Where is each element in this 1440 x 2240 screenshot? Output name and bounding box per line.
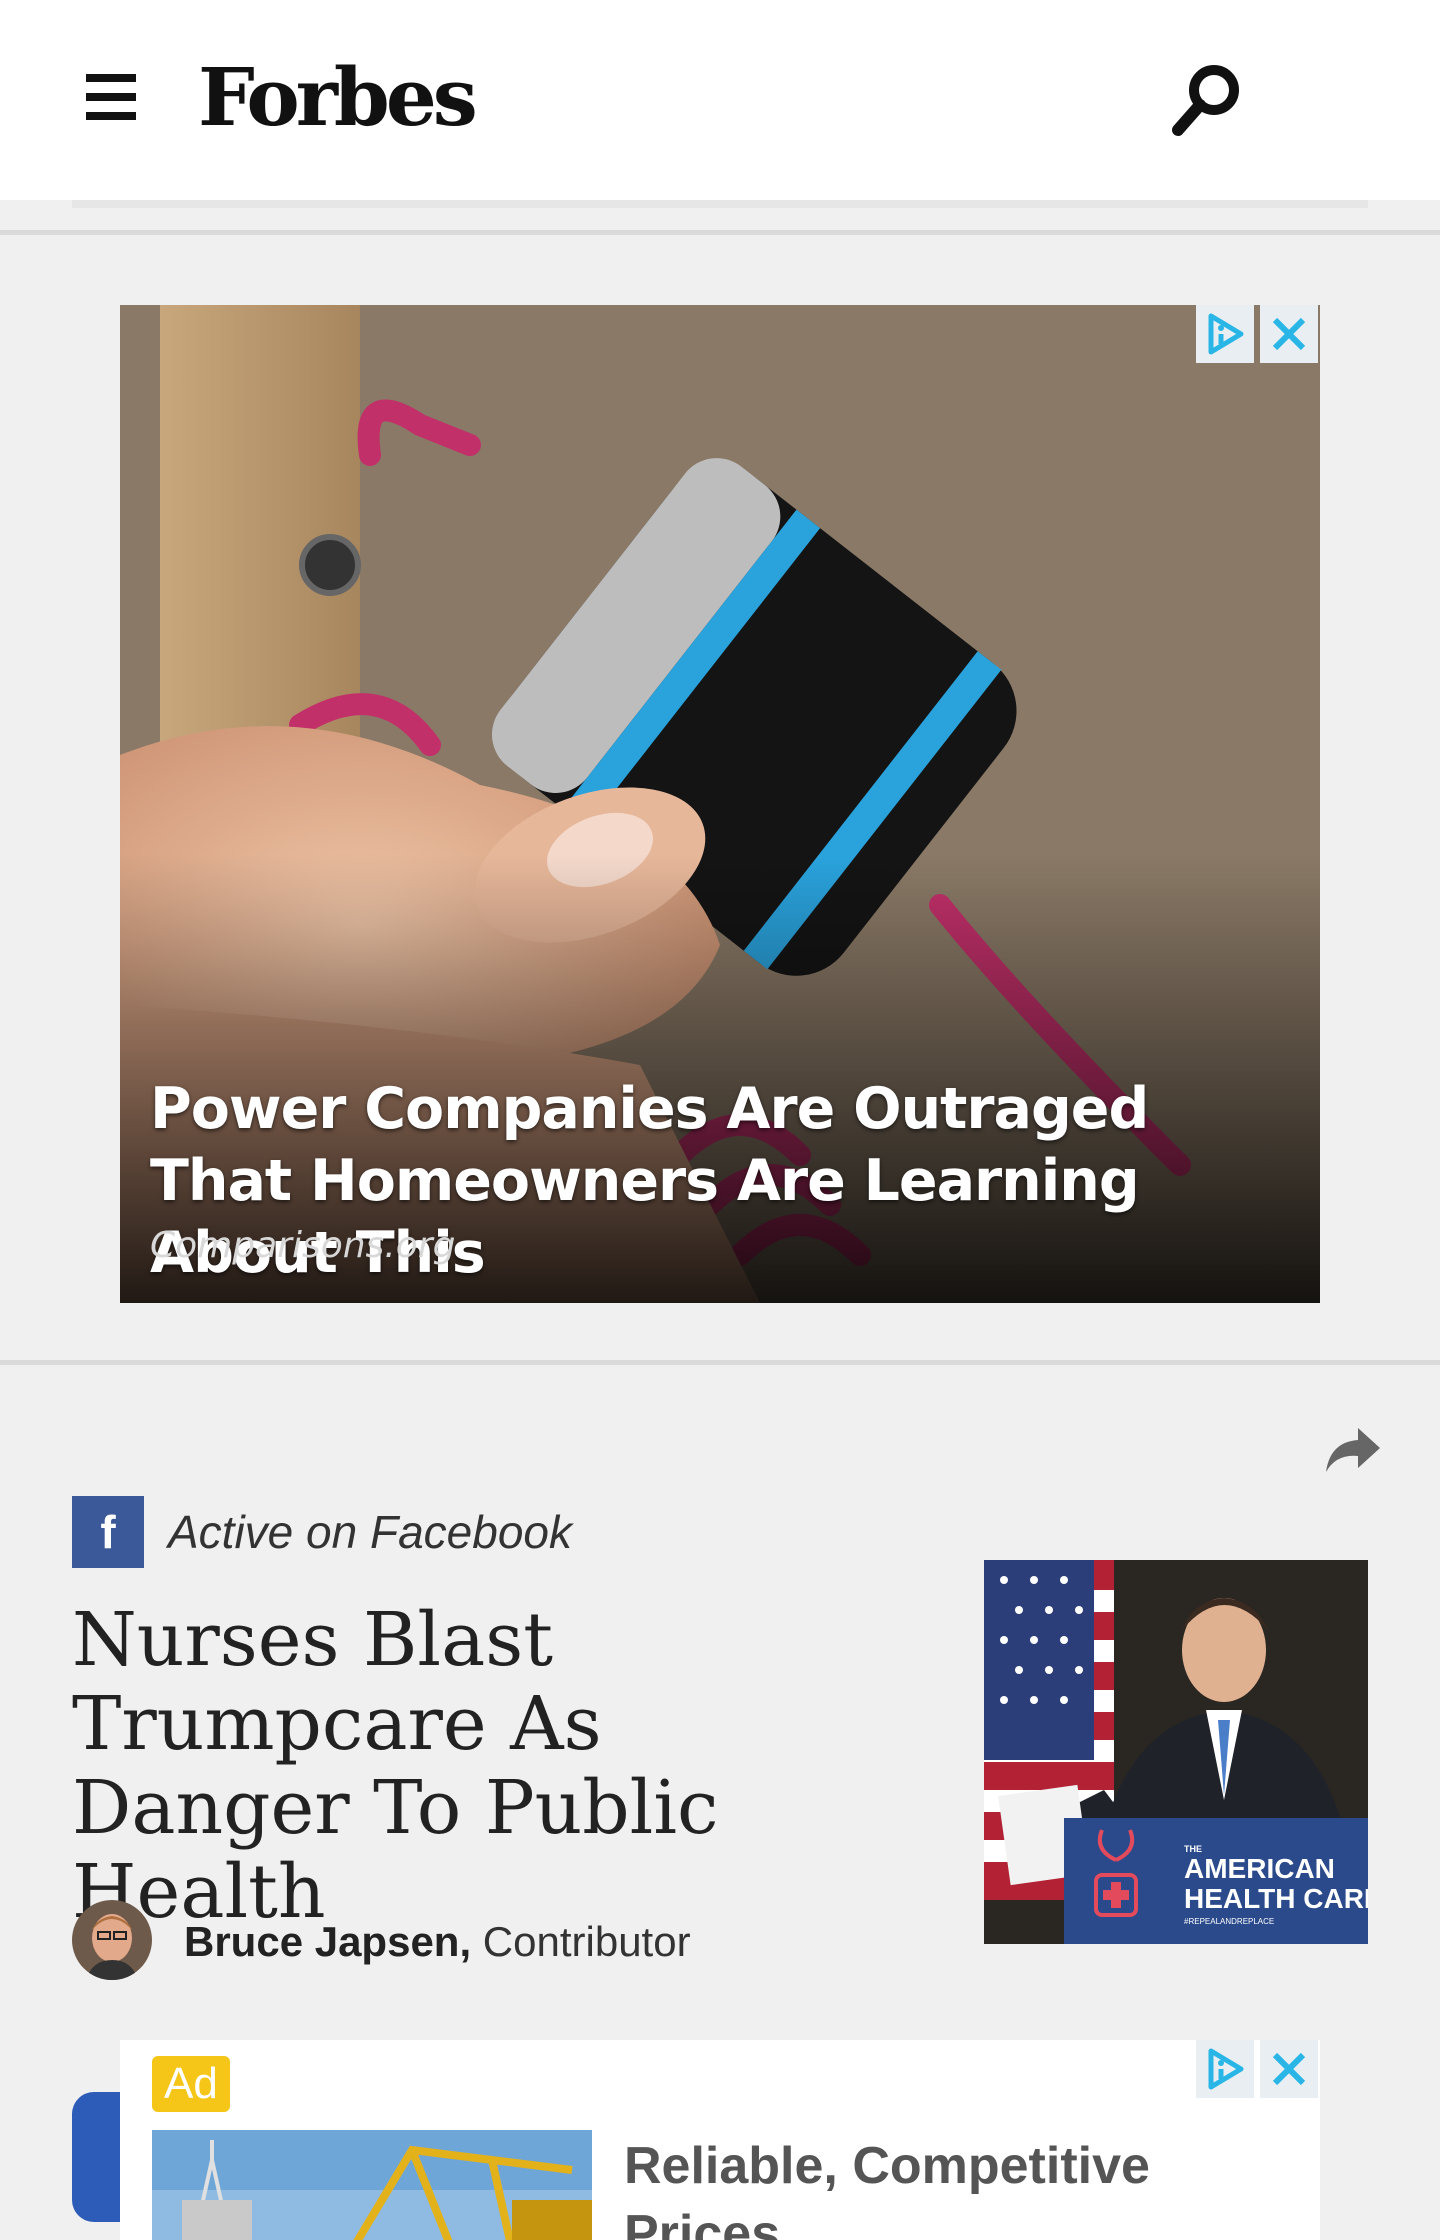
author-byline: Bruce Japsen, Contributor	[184, 1914, 691, 1970]
close-icon[interactable]	[1260, 305, 1318, 363]
adchoices-icon[interactable]	[1196, 305, 1254, 363]
share-icon[interactable]	[1322, 1424, 1382, 1476]
ad-badge: Ad	[152, 2056, 230, 2112]
sign-line-1: AMERICAN	[1184, 1853, 1335, 1884]
display-ad[interactable]: Ad Reliable, Competitive Prices	[120, 2040, 1320, 2240]
article-thumbnail[interactable]: THE AMERICAN HEALTH CARE #REPEALANDREPLA…	[984, 1560, 1368, 1944]
header-shadow	[72, 200, 1368, 208]
section-divider	[0, 1360, 1440, 1365]
facebook-icon: f	[72, 1496, 144, 1568]
sign-hashtag: #REPEALANDREPLACE	[1184, 1917, 1274, 1926]
adchoices-icon[interactable]	[1196, 2040, 1254, 2098]
forbes-logo[interactable]: Forbes	[198, 52, 478, 142]
close-icon[interactable]	[1260, 2040, 1318, 2098]
ad-title[interactable]: Reliable, Competitive Prices	[624, 2132, 1264, 2240]
article-title[interactable]: Nurses Blast Trumpcare As Danger To Publ…	[72, 1598, 892, 1934]
ad-source: Comparisons.org	[150, 1225, 456, 1266]
ad-image[interactable]	[152, 2130, 592, 2240]
section-divider	[0, 230, 1440, 235]
site-header: Forbes	[0, 0, 1440, 200]
sign-line-2: HEALTH CARE	[1184, 1883, 1368, 1914]
hamburger-menu-icon[interactable]	[86, 74, 136, 120]
social-label: Active on Facebook	[168, 1506, 573, 1558]
native-ad[interactable]: Power Companies Are Outraged That Homeow…	[120, 305, 1320, 1303]
author-role: Contributor	[471, 1918, 691, 1965]
author-name[interactable]: Bruce Japsen,	[184, 1918, 471, 1965]
author-avatar[interactable]	[72, 1900, 152, 1980]
search-icon[interactable]	[1168, 60, 1248, 140]
